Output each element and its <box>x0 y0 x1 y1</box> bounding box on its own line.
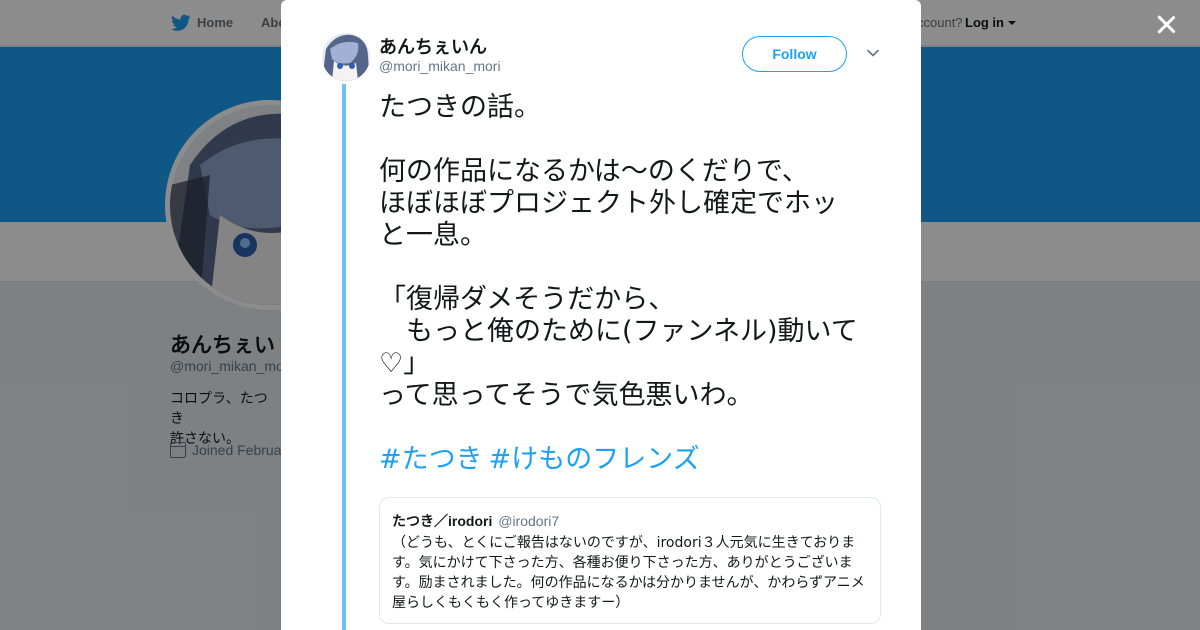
tweet-text: たつきの話。 何の作品になるかは〜のくだりで、 ほぼほぼプロジェクト外し確定でホ… <box>379 92 858 411</box>
author-avatar[interactable] <box>322 33 370 81</box>
author-handle[interactable]: @mori_mikan_mori <box>379 58 501 74</box>
quoted-tweet-header: たつき／irodori @irodori7 <box>392 511 868 531</box>
tweet-modal: あんちぇいん @mori_mikan_mori Follow たつきの話。 何の… <box>281 0 921 630</box>
quoted-tweet-card[interactable]: たつき／irodori @irodori7 （どうも、とくにご報告はないのですが… <box>379 497 881 624</box>
chevron-down-icon[interactable] <box>866 46 880 60</box>
thread-connector-line <box>342 84 346 630</box>
tweet-hashtags: #たつき #けものフレンズ <box>379 444 706 476</box>
hashtag-link[interactable]: #たつき <box>379 444 483 475</box>
author-display-name[interactable]: あんちぇいん <box>379 33 487 59</box>
quoted-tweet-author-name: たつき／irodori <box>392 513 493 529</box>
quoted-tweet-text: （どうも、とくにご報告はないのですが、irodori３人元気に生きております。気… <box>392 535 865 611</box>
quoted-tweet-author-handle: @irodori7 <box>498 513 560 529</box>
follow-button[interactable]: Follow <box>742 36 847 72</box>
close-icon[interactable] <box>1154 12 1178 36</box>
author-avatar-image <box>322 33 370 81</box>
hashtag-link[interactable]: #けものフレンズ <box>489 444 700 475</box>
